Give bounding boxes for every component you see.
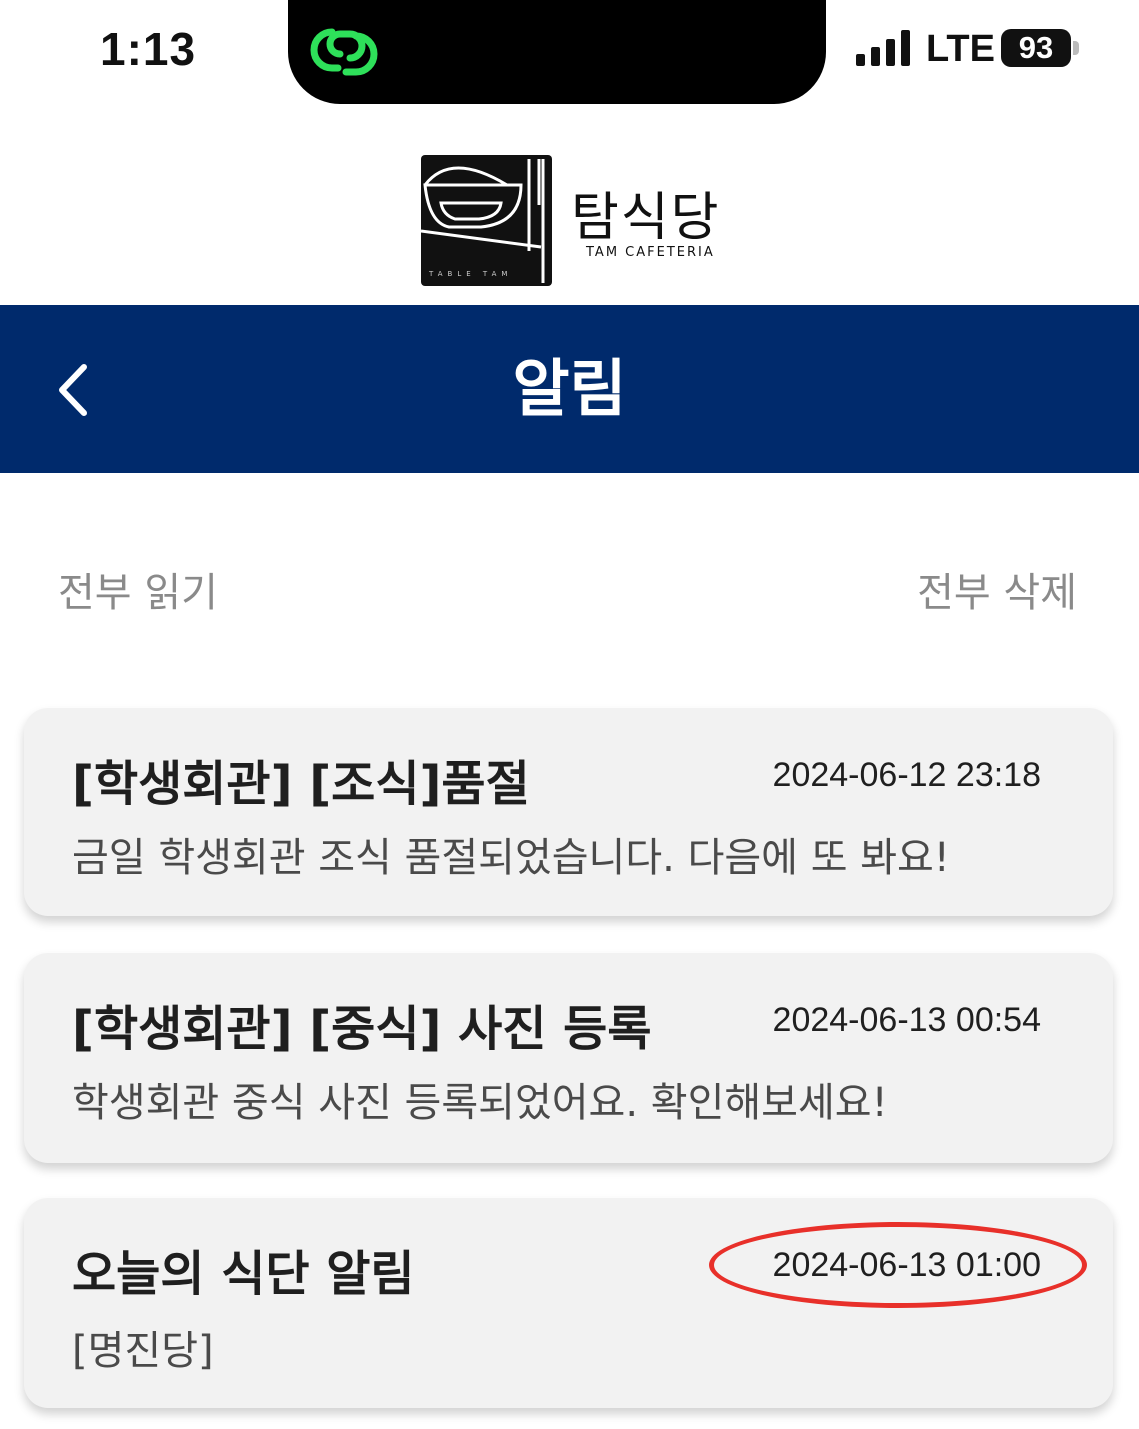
bowl-icon — [421, 159, 545, 283]
notification-title: [학생회관] [조식]품절 — [72, 756, 530, 812]
notification-card[interactable]: [학생회관] [중식] 사진 등록 2024-06-13 00:54 학생회관 … — [24, 953, 1113, 1163]
back-chevron-icon[interactable] — [40, 345, 110, 435]
logo-mark: TABLE TAM — [421, 155, 552, 286]
app-logo: TABLE TAM 탐식당 TAM CAFETERIA — [421, 155, 731, 287]
status-time: 1:13 — [100, 23, 197, 75]
notification-title: [학생회관] [중식] 사진 등록 — [72, 1001, 652, 1057]
network-type: LTE — [926, 28, 995, 70]
status-bar: 1:13 LTE 93 — [0, 0, 1139, 110]
notification-body: 금일 학생회관 조식 품절되었습니다. 다음에 또 봐요! — [72, 835, 950, 881]
chain-link-icon — [310, 28, 378, 76]
notification-card[interactable]: 오늘의 식단 알림 2024-06-13 01:00 [명진당] — [24, 1198, 1113, 1408]
logo-mark-text: TABLE TAM — [429, 270, 513, 278]
notification-body: [명진당] — [72, 1328, 214, 1374]
logo-name: 탐식당 — [571, 188, 721, 248]
notification-date: 2024-06-13 00:54 — [772, 1001, 1041, 1039]
logo-subtitle: TAM CAFETERIA — [586, 245, 715, 260]
notification-date: 2024-06-12 23:18 — [772, 756, 1041, 794]
delete-all-button[interactable]: 전부 삭제 — [917, 560, 1077, 618]
read-all-button[interactable]: 전부 읽기 — [58, 560, 218, 618]
notification-title: 오늘의 식단 알림 — [72, 1246, 415, 1302]
battery-tip — [1073, 41, 1079, 55]
page-header: 알림 — [0, 305, 1139, 473]
cellular-signal-icon — [856, 30, 910, 66]
notification-date: 2024-06-13 01:00 — [772, 1246, 1041, 1284]
notification-body: 학생회관 중식 사진 등록되었어요. 확인해보세요! — [72, 1080, 888, 1126]
battery-level: 93 — [1018, 30, 1054, 65]
notification-card[interactable]: [학생회관] [조식]품절 2024-06-12 23:18 금일 학생회관 조… — [24, 708, 1113, 916]
battery-icon: 93 — [1001, 29, 1071, 67]
page-title: 알림 — [512, 352, 627, 425]
